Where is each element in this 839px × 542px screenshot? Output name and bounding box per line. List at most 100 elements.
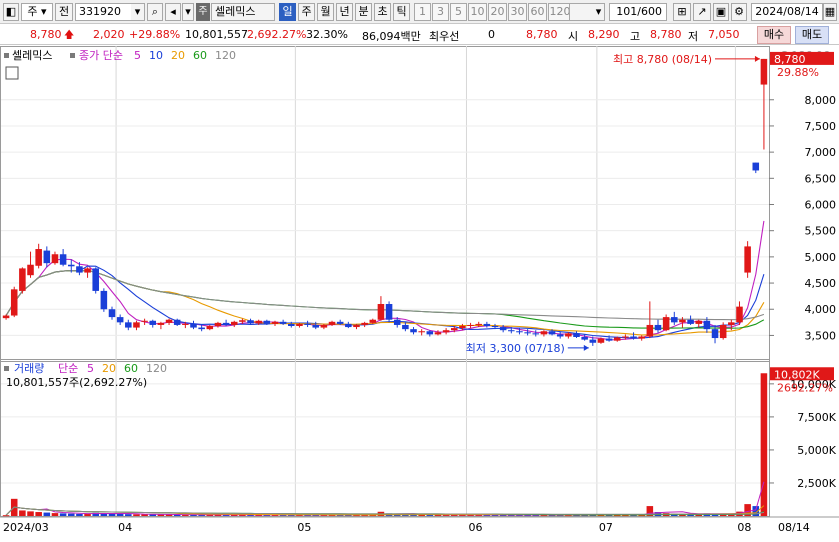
candle-body [671, 317, 678, 323]
candle-body [133, 322, 140, 328]
price-change-pct: +29.88% [129, 28, 181, 41]
candle-body [581, 337, 588, 340]
x-tick-label: 07 [599, 521, 613, 534]
candle-body [589, 339, 597, 343]
interval-button[interactable]: 3 [432, 3, 449, 21]
save-icon[interactable]: ▣ [713, 3, 729, 21]
code-dropdown-icon[interactable]: ▾ [131, 3, 145, 21]
prev-button[interactable]: 전 [55, 3, 73, 21]
trade-amount: 86,094백만 [362, 30, 421, 43]
interval-button[interactable]: 10 [468, 3, 487, 21]
stock-name: 셀레믹스 [211, 3, 275, 21]
period-tab[interactable]: 초 [374, 3, 391, 21]
volume-legend-period: 60 [124, 362, 138, 375]
legend-ma-period: 10 [149, 49, 163, 62]
open-price: 8,290 [588, 28, 620, 41]
last-price-label: 8,780 [774, 53, 806, 66]
open-label: 시 [568, 30, 579, 43]
candle-body [385, 304, 393, 320]
window-menu-icon[interactable]: ◧ [3, 3, 19, 21]
chart-type-icon[interactable]: ⊞ [673, 3, 691, 21]
volume-bar [2, 515, 10, 517]
candle-body [516, 331, 523, 333]
candle-body [402, 324, 409, 330]
volume-bar [43, 512, 51, 516]
candle-body [182, 323, 189, 325]
speaker-icon[interactable]: ◂ [165, 3, 181, 21]
volume-bar [760, 373, 768, 516]
high-price: 8,780 [650, 28, 682, 41]
candle-body [198, 327, 205, 330]
period-tab[interactable]: 일 [279, 3, 296, 21]
candle-body [328, 321, 336, 325]
sell-button[interactable]: 매도 [795, 26, 829, 44]
candle-body [467, 324, 474, 327]
period-tab[interactable]: 주 [298, 3, 315, 21]
candle-body [345, 323, 352, 328]
volume-legend-period: 120 [146, 362, 167, 375]
period-tab[interactable]: 년 [336, 3, 353, 21]
date-display[interactable]: 2024/08/14 [751, 3, 823, 21]
legend-marker [4, 366, 9, 371]
period-tab[interactable]: 틱 [393, 3, 410, 21]
buy-button[interactable]: 매수 [757, 26, 791, 44]
interval-dropdown-icon[interactable]: ▾ [593, 3, 605, 21]
period-tab[interactable]: 월 [317, 3, 334, 21]
volume-legend-label: 거래량 [14, 362, 44, 375]
x-tick-label: 04 [118, 521, 132, 534]
candle-body [418, 331, 425, 333]
candle-body [719, 324, 727, 339]
candle-body [84, 268, 91, 273]
stock-tag: 주 [196, 3, 210, 21]
candle-body [410, 329, 417, 333]
candle-body [206, 326, 214, 330]
market-label: 주 [27, 5, 38, 18]
search-icon[interactable]: ⌕ [147, 3, 163, 21]
candle-body [760, 58, 768, 85]
chart-area[interactable]: 3,500 4,000 4,500 5,000 5,500 6,000 6,500 7,000… [0, 46, 839, 539]
code-value: 331920 [79, 5, 121, 18]
candle-body [320, 324, 328, 328]
x-tick-label: 06 [468, 521, 482, 534]
candle-body [434, 332, 442, 335]
candle-body [613, 337, 621, 341]
candle-body [157, 322, 165, 325]
market-select[interactable]: 주 ▾ [21, 3, 53, 21]
low-label: 저 [688, 30, 699, 43]
best-bid: 0 [488, 28, 495, 41]
candle-body [312, 324, 320, 328]
volume: 10,801,557 [185, 28, 248, 41]
x-tick-label: 08 [737, 521, 751, 534]
candle-body [190, 323, 197, 328]
candle-body [271, 321, 279, 324]
low-arrow-head [583, 344, 589, 351]
candle-body [532, 333, 540, 335]
candle-body [149, 320, 157, 325]
draw-tool-icon[interactable]: ↗ [693, 3, 711, 21]
candle-body [450, 328, 458, 331]
price-tick-label: 3,500 [805, 329, 837, 342]
count-display[interactable]: 101/600 [609, 3, 667, 21]
candle-body [141, 320, 148, 322]
interval-button[interactable]: 20 [488, 3, 507, 21]
interval-button[interactable]: 5 [450, 3, 467, 21]
table-toggle-icon[interactable] [5, 66, 19, 80]
interval-button[interactable]: 30 [508, 3, 527, 21]
volume-bar [84, 514, 91, 516]
candle-body [711, 329, 719, 339]
speaker-dropdown-icon[interactable]: ▾ [182, 3, 194, 21]
candle-body [540, 331, 548, 335]
x-tick-label: 08/14 [778, 521, 810, 534]
high-annotation: 최고 8,780 (08/14) [613, 53, 712, 66]
period-tab[interactable]: 분 [355, 3, 372, 21]
volume-info: 10,801,557주(2,692.27%) [6, 376, 147, 389]
gear-icon[interactable]: ⚙ [731, 3, 747, 21]
candle-body [296, 323, 303, 327]
candle-body [214, 322, 222, 327]
candle-body [695, 320, 703, 324]
legend-marker [70, 53, 75, 58]
chart-svg[interactable]: 3,500 4,000 4,500 5,000 5,500 6,000 6,500 7,000… [0, 46, 839, 539]
calendar-icon[interactable]: ▦ [823, 3, 837, 21]
interval-button[interactable]: 1 [414, 3, 431, 21]
interval-button[interactable]: 60 [528, 3, 547, 21]
